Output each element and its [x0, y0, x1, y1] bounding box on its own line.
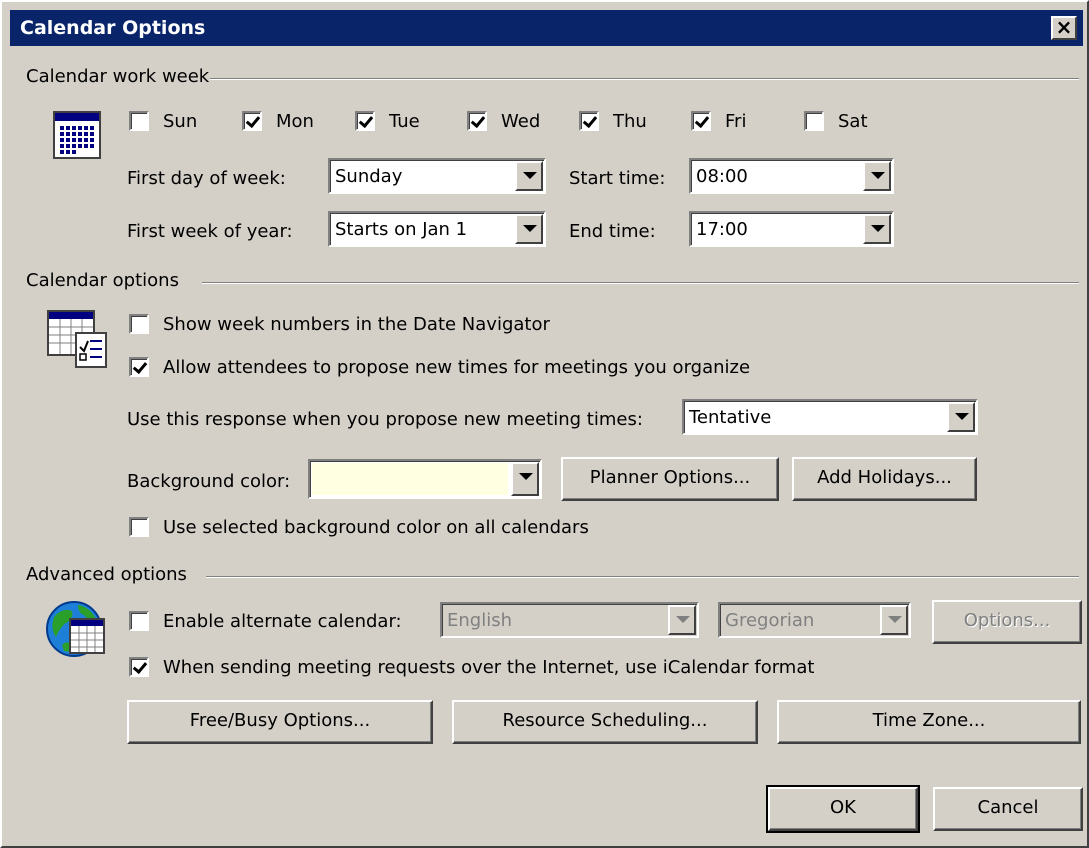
response-select[interactable]: Tentative: [682, 399, 978, 435]
background-color-label: Background color:: [127, 471, 291, 492]
cancel-button[interactable]: Cancel: [933, 787, 1083, 831]
day-checkbox-wed[interactable]: [467, 111, 487, 131]
chevron-down-icon[interactable]: [947, 402, 975, 432]
show-week-numbers-label: Show week numbers in the Date Navigator: [163, 314, 550, 335]
chevron-down-icon[interactable]: [863, 214, 891, 244]
response-value: Tentative: [689, 407, 772, 428]
calendar-options-section-label: Calendar options: [26, 270, 179, 291]
response-label: Use this response when you propose new m…: [127, 409, 643, 430]
alternate-language-select[interactable]: English: [440, 602, 699, 638]
start-time-value: 08:00: [696, 166, 748, 187]
use-selected-bg-checkbox[interactable]: [129, 517, 149, 537]
calendar-options-icon: [47, 310, 107, 368]
show-week-numbers-checkbox[interactable]: [129, 314, 149, 334]
chevron-down-icon[interactable]: [880, 605, 908, 635]
planner-options-button[interactable]: Planner Options...: [561, 457, 779, 501]
enable-alternate-checkbox[interactable]: [129, 611, 149, 631]
chevron-down-icon[interactable]: [515, 161, 543, 191]
chevron-down-icon[interactable]: [863, 161, 891, 191]
free-busy-options-button[interactable]: Free/Busy Options...: [127, 700, 433, 744]
ok-button[interactable]: OK: [766, 785, 920, 833]
day-label-thu: Thu: [613, 111, 647, 132]
work-week-divider: [210, 78, 1079, 80]
alternate-options-button[interactable]: Options...: [932, 600, 1082, 644]
calendar-options-divider: [202, 282, 1079, 284]
chevron-down-icon[interactable]: [515, 214, 543, 244]
resource-scheduling-button[interactable]: Resource Scheduling...: [452, 700, 758, 744]
time-zone-button[interactable]: Time Zone...: [777, 700, 1081, 744]
day-label-tue: Tue: [389, 111, 420, 132]
close-icon: ×: [1055, 15, 1073, 39]
work-week-section-label: Calendar work week: [26, 66, 210, 87]
add-holidays-button[interactable]: Add Holidays...: [792, 457, 977, 501]
allow-propose-label: Allow attendees to propose new times for…: [163, 357, 751, 378]
day-label-sat: Sat: [838, 111, 868, 132]
day-checkbox-thu[interactable]: [579, 111, 599, 131]
first-day-value: Sunday: [335, 166, 403, 187]
first-week-select[interactable]: Starts on Jan 1: [328, 211, 546, 247]
first-week-label: First week of year:: [127, 221, 293, 242]
first-day-select[interactable]: Sunday: [328, 158, 546, 194]
background-color-select[interactable]: [308, 459, 542, 499]
alternate-calendar-type-value: Gregorian: [725, 610, 815, 631]
day-checkbox-sat[interactable]: [804, 111, 824, 131]
first-day-label: First day of week:: [127, 168, 286, 189]
alternate-calendar-type-select[interactable]: Gregorian: [718, 602, 911, 638]
alternate-language-value: English: [447, 610, 512, 631]
advanced-section-label: Advanced options: [26, 564, 187, 585]
day-checkbox-sun[interactable]: [129, 111, 149, 131]
day-checkbox-mon[interactable]: [242, 111, 262, 131]
start-time-select[interactable]: 08:00: [689, 158, 894, 194]
allow-propose-checkbox[interactable]: [129, 357, 149, 377]
end-time-label: End time:: [569, 221, 656, 242]
day-label-mon: Mon: [276, 111, 314, 132]
enable-alternate-label: Enable alternate calendar:: [163, 611, 402, 632]
chevron-down-icon[interactable]: [511, 462, 539, 496]
day-label-sun: Sun: [163, 111, 198, 132]
title-bar[interactable]: Calendar Options ×: [10, 10, 1083, 46]
advanced-divider: [206, 576, 1079, 578]
chevron-down-icon[interactable]: [668, 605, 696, 635]
first-week-value: Starts on Jan 1: [335, 219, 468, 240]
close-button[interactable]: ×: [1051, 16, 1077, 40]
day-checkbox-fri[interactable]: [691, 111, 711, 131]
background-color-swatch: [312, 463, 508, 495]
dialog-title: Calendar Options: [20, 17, 206, 39]
day-label-wed: Wed: [501, 111, 541, 132]
use-selected-bg-label: Use selected background color on all cal…: [163, 517, 589, 538]
globe-calendar-icon: [46, 601, 105, 657]
end-time-value: 17:00: [696, 219, 748, 240]
calendar-options-dialog: Calendar Options × Calendar work week Su…: [0, 0, 1089, 848]
start-time-label: Start time:: [569, 168, 666, 189]
day-label-fri: Fri: [725, 111, 747, 132]
end-time-select[interactable]: 17:00: [689, 211, 894, 247]
calendar-grid-icon: [53, 111, 101, 159]
icalendar-label: When sending meeting requests over the I…: [163, 657, 815, 678]
icalendar-checkbox[interactable]: [129, 657, 149, 677]
day-checkbox-tue[interactable]: [355, 111, 375, 131]
